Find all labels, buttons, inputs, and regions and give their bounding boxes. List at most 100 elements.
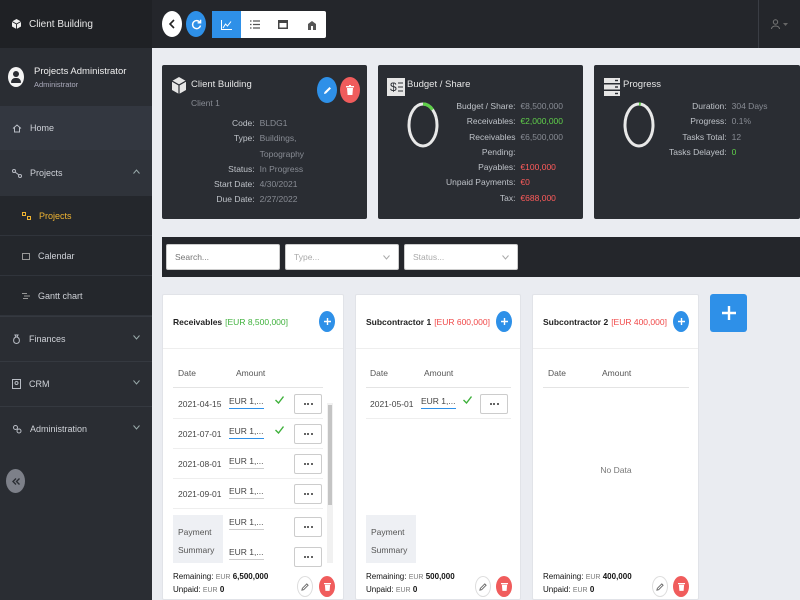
delete-list-button[interactable] [496, 576, 512, 597]
summary-amount-field[interactable]: EUR 1,... [229, 547, 264, 560]
field-label: Receivables: [466, 116, 516, 127]
sidebar-item-label: Projects [39, 210, 72, 221]
sidebar-item-label: CRM [29, 379, 50, 389]
brand[interactable]: Client Building [0, 0, 152, 48]
row-date: 2021-07-01 [178, 428, 222, 439]
field-label: Type: [233, 133, 255, 144]
add-payment-button[interactable] [496, 311, 512, 332]
edit-list-button[interactable] [297, 576, 313, 597]
row-date: 2021-09-01 [178, 488, 222, 499]
row-actions-button[interactable] [294, 484, 322, 504]
receivables-list: Receivables [EUR 8,500,000] Date Amount … [162, 294, 344, 600]
field-label: Tasks Delayed: [669, 146, 727, 157]
project-title: Client Building [191, 79, 252, 90]
tab-list-view[interactable] [241, 11, 270, 38]
table-row[interactable]: 2021-09-01 EUR 1,... [173, 479, 323, 509]
sidebar-subitem-calendar[interactable]: Calendar [0, 236, 152, 276]
field-label: Tasks Total: [682, 131, 727, 142]
gears-icon [12, 424, 22, 434]
search-input[interactable] [166, 244, 280, 270]
row-actions-button[interactable] [294, 424, 322, 444]
budget-card: $ Budget / Share Budget / Share: €8,500,0… [378, 65, 583, 219]
sidebar-item-crm[interactable]: CRM [0, 361, 152, 406]
row-actions-button[interactable] [294, 454, 322, 474]
add-list-button[interactable] [710, 294, 747, 332]
field-value [520, 145, 563, 160]
gantt-icon [22, 292, 30, 300]
delete-project-button[interactable] [340, 77, 360, 103]
field-label: Status: [228, 163, 255, 174]
no-data-message: No Data [600, 465, 632, 475]
edit-project-button[interactable] [317, 77, 337, 103]
table-row[interactable]: 2021-07-01 EUR 1,... [173, 419, 323, 449]
project-info-card: Client Building Client 1 Code: BLDG1 Type:… [162, 65, 367, 219]
subcontractor-1-list: Subcontractor 1 [EUR 600,000] Date Amoun… [355, 294, 521, 600]
field-label: Progress: [690, 116, 727, 127]
type-select[interactable]: Type... [285, 244, 399, 270]
unpaid-label: Unpaid: [366, 585, 394, 594]
amount-field[interactable]: EUR 1,... [229, 456, 264, 469]
remaining-value: 400,000 [602, 572, 632, 581]
sidebar-item-projects[interactable]: Projects [0, 150, 152, 196]
amount-field[interactable]: EUR 1,... [229, 426, 264, 439]
status-select[interactable]: Status... [404, 244, 518, 270]
progress-title: Progress [623, 79, 662, 90]
sidebar-item-administration[interactable]: Administration [0, 406, 152, 451]
amount-field[interactable]: EUR 1,... [421, 396, 456, 409]
table-row[interactable]: 2021-05-01 EUR 1,... [366, 389, 511, 419]
amount-field[interactable]: EUR 1,... [229, 486, 264, 499]
tab-files-view[interactable] [298, 11, 327, 38]
edit-list-button[interactable] [652, 576, 668, 597]
payment-summary-label: Payment Summary [366, 515, 416, 563]
list-title: Subcontractor 2 [543, 316, 609, 327]
remaining-value: 6,500,000 [232, 572, 269, 581]
user-menu-button[interactable] [758, 0, 800, 48]
scrollbar[interactable] [327, 403, 333, 563]
chevron-down-icon [133, 380, 140, 385]
sidebar-item-home[interactable]: Home [0, 106, 152, 150]
sidebar-subitem-projects[interactable]: Projects [0, 196, 152, 236]
row-actions-button[interactable] [294, 394, 322, 414]
column-header-amount: Amount [602, 368, 632, 378]
row-actions-button[interactable] [294, 517, 322, 537]
field-value: BLDG1 [259, 118, 288, 128]
user-profile[interactable]: Projects Administrator Administrator [0, 48, 152, 106]
chevron-down-icon [133, 425, 140, 430]
currency: EUR [202, 587, 218, 594]
amount-field[interactable]: EUR 1,... [229, 396, 264, 409]
table-row[interactable]: 2021-04-15 EUR 1,... [173, 389, 323, 419]
summary-amount-field[interactable]: EUR 1,... [229, 517, 264, 530]
currency: EUR [215, 574, 231, 581]
field-label: Budget / Share: [456, 101, 516, 111]
add-payment-button[interactable] [673, 311, 689, 332]
field-label: Code: [231, 118, 255, 128]
plus-icon [721, 306, 736, 320]
row-actions-button[interactable] [480, 394, 508, 414]
chevron-up-icon [133, 169, 140, 174]
unpaid-value: 0 [412, 585, 418, 594]
refresh-button[interactable] [186, 11, 206, 37]
status-select-placeholder: Status... [413, 252, 445, 262]
delete-list-button[interactable] [673, 576, 689, 597]
field-label [214, 147, 255, 162]
back-button[interactable] [162, 11, 182, 37]
tab-calendar-view[interactable] [269, 11, 298, 38]
check-icon [275, 396, 284, 404]
currency: EUR [585, 574, 601, 581]
collapse-sidebar-button[interactable] [6, 469, 25, 493]
table-row[interactable]: 2021-08-01 EUR 1,... [173, 449, 323, 479]
remaining-label: Remaining: [366, 572, 407, 581]
field-label: Receivables [469, 131, 516, 142]
chevron-down-icon [383, 254, 390, 260]
sidebar-item-finances[interactable]: Finances [0, 316, 152, 361]
unpaid-label: Unpaid: [543, 585, 571, 594]
delete-list-button[interactable] [319, 576, 335, 597]
scrollbar-thumb[interactable] [328, 405, 332, 505]
add-receivable-button[interactable] [319, 311, 335, 332]
row-actions-button[interactable] [294, 547, 322, 567]
field-label: Payables: [478, 162, 516, 173]
edit-list-button[interactable] [475, 576, 491, 597]
list-total-tag: [EUR 8,500,000] [225, 316, 289, 327]
tab-dashboard-view[interactable] [212, 11, 241, 38]
sidebar-subitem-gantt[interactable]: Gantt chart [0, 276, 152, 316]
